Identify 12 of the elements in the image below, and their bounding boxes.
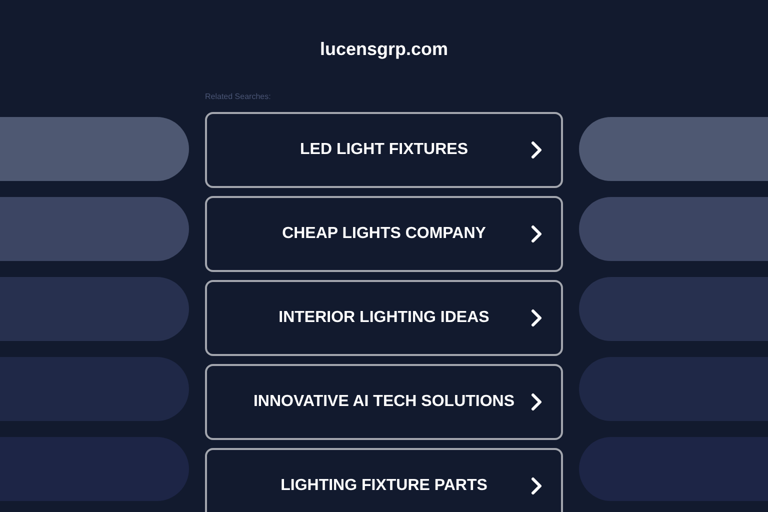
related-search-link[interactable]: INNOVATIVE AI TECH SOLUTIONS: [205, 364, 563, 440]
site-title: lucensgrp.com: [320, 38, 448, 60]
related-search-link[interactable]: LIGHTING FIXTURE PARTS: [205, 448, 563, 512]
chevron-right-icon: [531, 225, 543, 243]
chevron-right-icon: [531, 309, 543, 327]
chevron-right-icon: [531, 477, 543, 495]
chevron-right-icon: [531, 393, 543, 411]
chevron-right-icon: [531, 141, 543, 159]
related-search-link[interactable]: INTERIOR LIGHTING IDEAS: [205, 280, 563, 356]
related-searches-label: Related Searches:: [205, 92, 272, 102]
related-search-link[interactable]: LED LIGHT FIXTURES: [205, 112, 563, 188]
related-search-link[interactable]: CHEAP LIGHTS COMPANY: [205, 196, 563, 272]
